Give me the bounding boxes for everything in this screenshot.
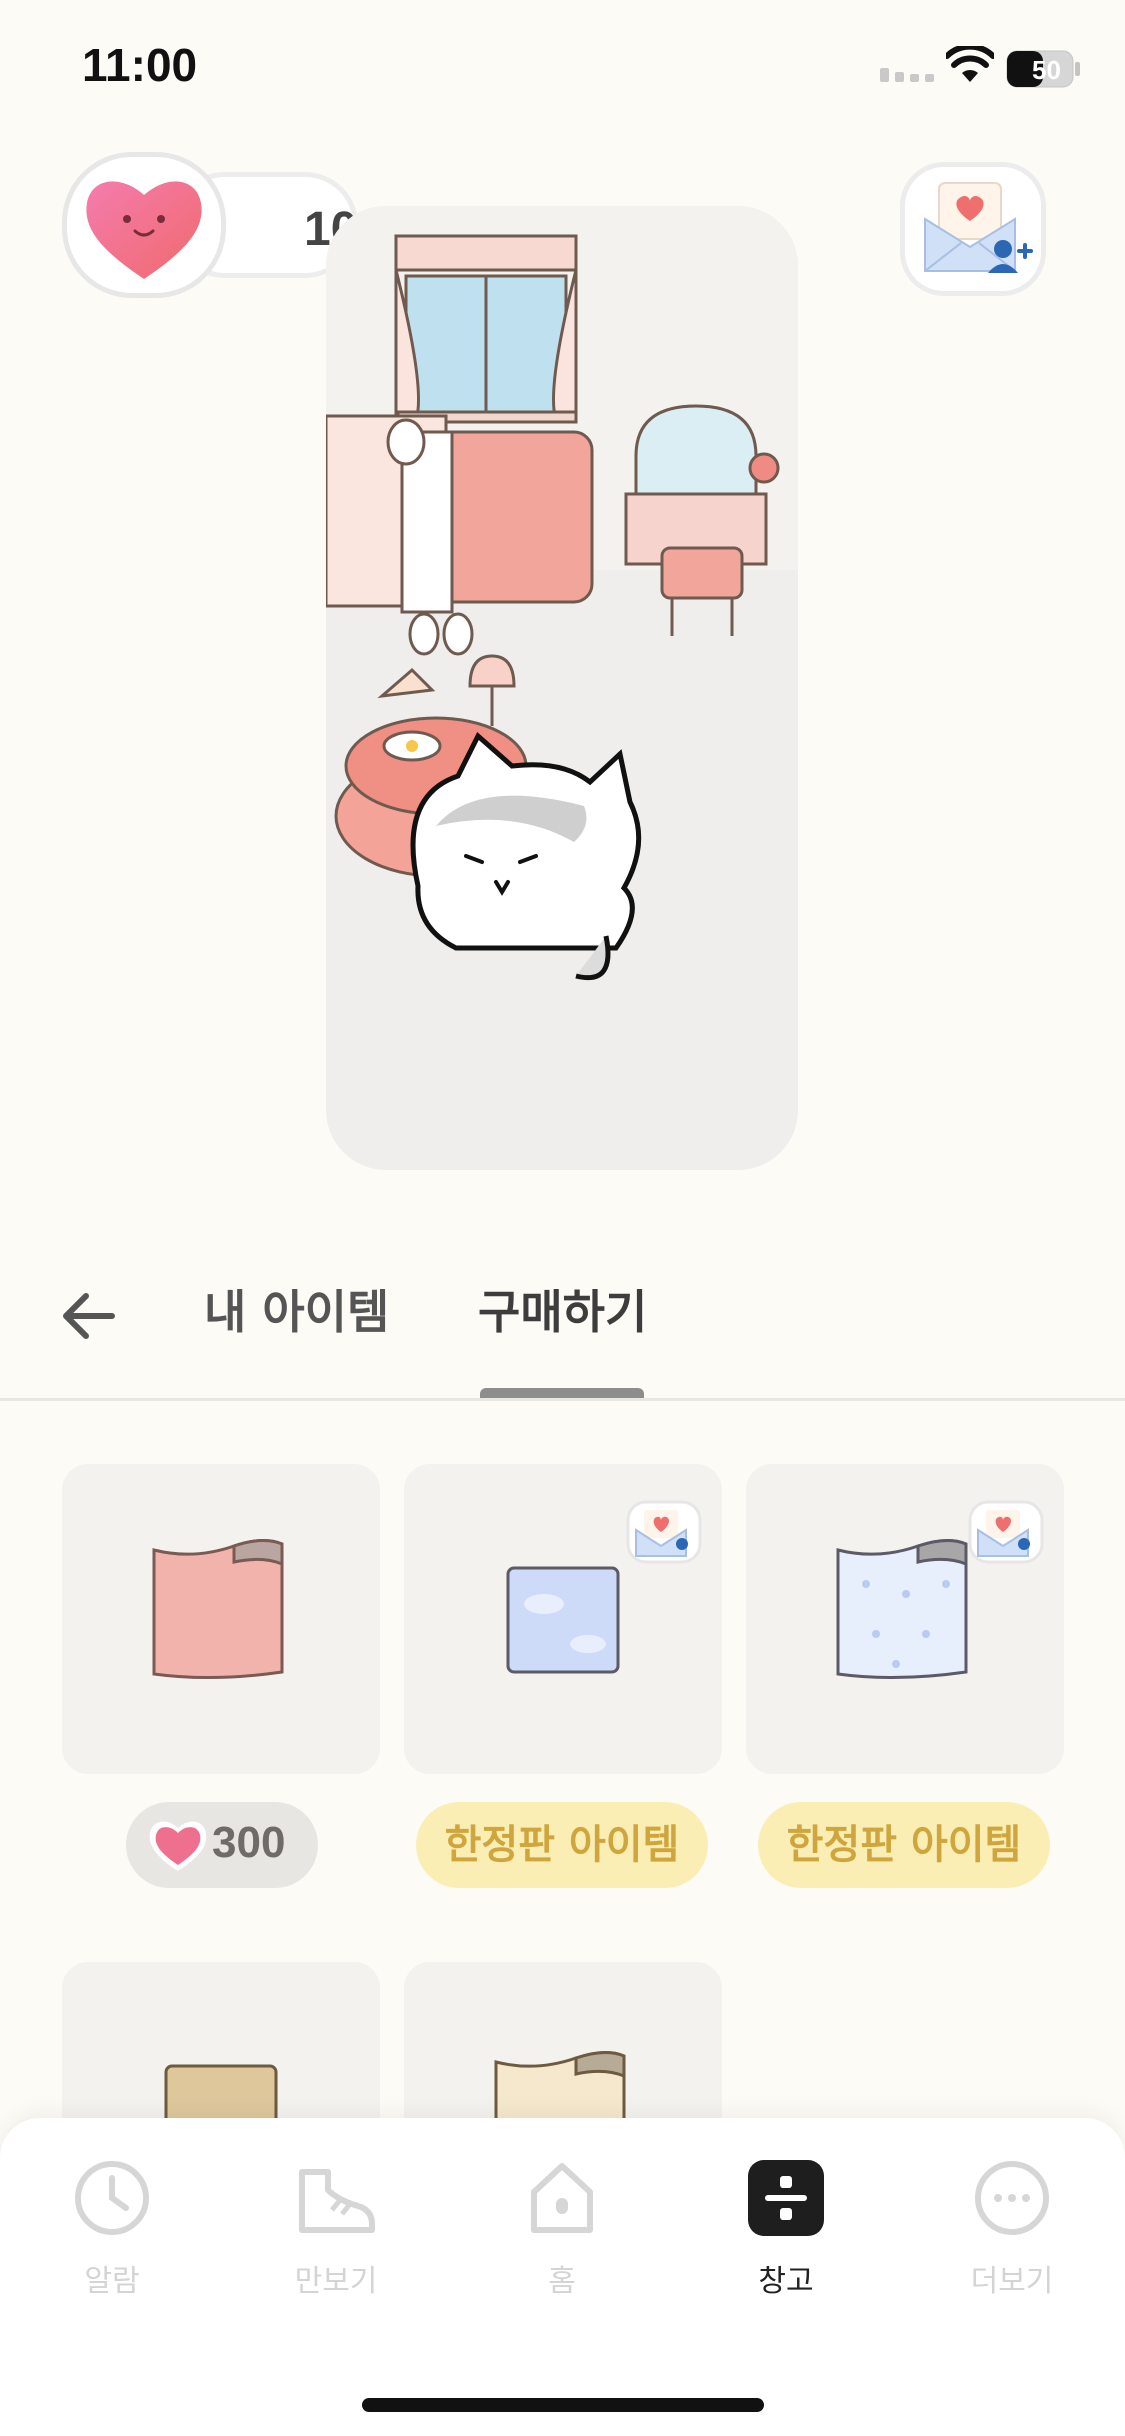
item-card[interactable] [404, 1464, 722, 1774]
heart-face-icon [86, 181, 202, 279]
pink-blanket-icon [152, 1539, 284, 1680]
cellular-signal-icon [880, 68, 934, 82]
tab-active-indicator [480, 1388, 644, 1398]
nav-label: 창고 [758, 2264, 814, 2299]
storage-icon [748, 2160, 824, 2236]
status-time: 11:00 [82, 39, 198, 91]
invite-friend-button[interactable] [900, 162, 1046, 296]
battery-level: 50 [1032, 55, 1061, 85]
nav-label: 홈 [548, 2264, 576, 2299]
vanity-icon [624, 404, 780, 636]
invite-envelope-icon [626, 1500, 702, 1564]
bed-icon [326, 414, 594, 614]
item-card[interactable] [62, 1464, 380, 1774]
room-illustration [326, 234, 780, 980]
item-price: 300 [212, 1818, 286, 1867]
price-button[interactable]: 300 [126, 1802, 318, 1888]
nav-pedometer[interactable]: 만보기 [256, 2158, 416, 2300]
limited-item-badge[interactable]: 한정판 아이템 [416, 1802, 708, 1888]
nav-storage[interactable]: 창고 [706, 2158, 866, 2300]
nav-alarm[interactable]: 알람 [32, 2158, 192, 2300]
nav-home[interactable]: 홈 [482, 2158, 642, 2300]
item-card[interactable] [404, 1962, 722, 2138]
room-preview [326, 206, 798, 1170]
clock-icon [75, 2161, 149, 2235]
more-icon [975, 2161, 1049, 2235]
cream-blanket-icon [494, 2051, 626, 2138]
nav-label: 더보기 [970, 2264, 1054, 2299]
bottom-navigation: 알람 만보기 홈 창고 더보기 [0, 2118, 1125, 2436]
home-indicator [362, 2398, 764, 2412]
limited-item-badge[interactable]: 한정판 아이템 [758, 1802, 1050, 1888]
wood-blanket-icon [164, 2064, 278, 2148]
nav-label: 알람 [84, 2264, 140, 2299]
back-arrow-icon[interactable] [58, 1286, 118, 1346]
nav-more[interactable]: 더보기 [932, 2158, 1092, 2300]
wifi-icon [946, 46, 994, 82]
house-icon [531, 2163, 593, 2233]
heart-badge [62, 152, 226, 298]
nav-label: 만보기 [294, 2264, 378, 2299]
window-icon [394, 234, 578, 424]
item-tabs: 내 아이템 구매하기 [0, 1230, 1125, 1400]
envelope-heart-icon [924, 182, 1033, 273]
heart-currency-icon [149, 1821, 207, 1871]
item-card[interactable] [746, 1464, 1064, 1774]
item-card[interactable] [62, 1962, 380, 2148]
tab-my-items[interactable]: 내 아이템 [204, 1276, 389, 1342]
heart-counter[interactable]: 10 [62, 152, 358, 298]
tab-divider [0, 1398, 1125, 1401]
shoe-icon [299, 2169, 375, 2233]
status-bar: 11:00 50 [0, 0, 1125, 140]
invite-envelope-icon [968, 1500, 1044, 1564]
tab-buy[interactable]: 구매하기 [478, 1276, 647, 1342]
battery-icon: 50 [1006, 50, 1080, 88]
